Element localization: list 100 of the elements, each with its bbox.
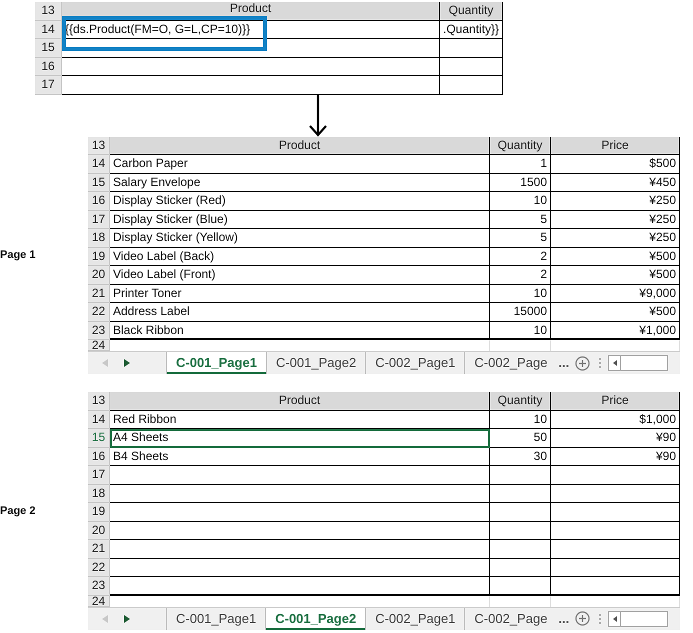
table-cell <box>490 577 551 596</box>
table-cell: 30 <box>490 448 551 466</box>
table-cell <box>440 76 503 94</box>
row-number: 22 <box>88 303 110 322</box>
table-cell[interactable]: Red Ribbon <box>110 410 490 429</box>
row-number: 16 <box>88 192 110 210</box>
table-cell <box>490 466 551 484</box>
row-number: 13 <box>35 2 62 20</box>
row-number: 18 <box>88 229 110 248</box>
sheet-tab[interactable]: C-002_Page <box>464 352 556 374</box>
table-cell: 10 <box>490 410 551 429</box>
row-number: 17 <box>35 76 62 94</box>
more-tabs[interactable]: ... <box>556 352 576 374</box>
sheet-tab[interactable]: C-001_Page1 <box>166 352 266 374</box>
table-cell <box>490 484 551 503</box>
column-header: Quantity <box>440 2 503 20</box>
sheet-tab[interactable]: C-001_Page2 <box>266 352 366 374</box>
table-cell <box>490 540 551 558</box>
row-number: 14 <box>88 155 110 174</box>
scroll-right-icon[interactable] <box>124 359 130 367</box>
row-number: 13 <box>88 136 110 155</box>
row-number: 21 <box>88 284 110 303</box>
table-cell[interactable]: Display Sticker (Yellow) <box>110 229 490 248</box>
column-header: Quantity <box>490 392 551 410</box>
table-cell[interactable] <box>110 484 490 503</box>
add-sheet-icon[interactable] <box>575 611 590 626</box>
sheet-tab[interactable]: C-001_Page2 <box>265 608 366 630</box>
table-cell: $1,000 <box>551 410 680 429</box>
horizontal-scrollbar[interactable] <box>608 610 668 626</box>
table-cell[interactable]: Display Sticker (Red) <box>110 192 490 210</box>
table-cell[interactable]: Black Ribbon <box>110 322 490 340</box>
table-cell <box>440 39 503 58</box>
row-number: 14 <box>35 20 62 39</box>
table-cell[interactable]: Printer Toner <box>110 284 490 303</box>
row-number: 15 <box>35 39 62 58</box>
table-cell: 10 <box>490 192 551 210</box>
more-tabs[interactable]: ... <box>556 608 576 630</box>
table-cell[interactable] <box>110 558 490 577</box>
row-number: 17 <box>88 210 110 229</box>
table-cell[interactable] <box>110 540 490 558</box>
table-cell: 5 <box>490 229 551 248</box>
table-cell: ¥500 <box>551 248 680 266</box>
row-number: 18 <box>88 484 110 503</box>
row-number: 14 <box>88 410 110 429</box>
row-number: 20 <box>88 522 110 540</box>
table-cell: 50 <box>490 429 551 448</box>
table-cell: ¥9,000 <box>551 284 680 303</box>
table-cell: .Quantity}} <box>440 20 503 39</box>
table-cell: $500 <box>551 155 680 174</box>
table-cell: 1 <box>490 155 551 174</box>
table-cell[interactable] <box>110 522 490 540</box>
table-cell[interactable]: B4 Sheets <box>110 448 490 466</box>
column-header: Price <box>551 392 680 410</box>
table-cell: 10 <box>490 322 551 340</box>
table-cell: ¥250 <box>551 229 680 248</box>
add-sheet-icon[interactable] <box>575 356 590 370</box>
table-cell[interactable]: Video Label (Front) <box>110 266 490 284</box>
table-cell: 10 <box>490 284 551 303</box>
column-header: Product <box>110 136 490 155</box>
column-header: Product <box>110 392 490 410</box>
row-number: 15 <box>88 174 110 192</box>
column-header: Quantity <box>490 136 551 155</box>
table-cell[interactable] <box>110 466 490 484</box>
table-cell: ¥90 <box>551 429 680 448</box>
scroll-right-icon[interactable] <box>124 614 130 622</box>
page-label: Page 2 <box>0 504 36 517</box>
sheet-tab[interactable]: C-002_Page1 <box>365 352 464 374</box>
table-cell <box>490 522 551 540</box>
row-number: 22 <box>88 558 110 577</box>
table-cell[interactable]: Carbon Paper <box>110 155 490 174</box>
page-label: Page 1 <box>0 249 36 262</box>
row-number: 21 <box>88 540 110 558</box>
row-number: 16 <box>88 448 110 466</box>
row-number: 20 <box>88 266 110 284</box>
table-cell: ¥1,000 <box>551 322 680 340</box>
table-cell: ¥90 <box>551 448 680 466</box>
table-cell: ¥450 <box>551 174 680 192</box>
table-cell[interactable]: Display Sticker (Blue) <box>110 210 490 229</box>
table-cell[interactable]: A4 Sheets <box>110 429 490 448</box>
column-header: Price <box>551 136 680 155</box>
row-number: 24 <box>88 596 110 606</box>
sheet-tab[interactable]: C-002_Page <box>464 608 556 630</box>
row-number: 23 <box>88 322 110 340</box>
table-cell: ¥500 <box>551 266 680 284</box>
table-cell[interactable] <box>110 503 490 522</box>
row-number: 17 <box>88 466 110 484</box>
table-cell[interactable]: Address Label <box>110 303 490 322</box>
table-cell[interactable] <box>110 577 490 596</box>
table-cell <box>490 503 551 522</box>
row-number: 15 <box>88 429 110 448</box>
table-cell[interactable]: Salary Envelope <box>110 174 490 192</box>
sheet-tab[interactable]: C-002_Page1 <box>365 608 464 630</box>
table-cell: 15000 <box>490 303 551 322</box>
table-cell: ¥250 <box>551 192 680 210</box>
row-number: 23 <box>88 577 110 596</box>
row-number: 24 <box>88 340 110 351</box>
row-number: 19 <box>88 248 110 266</box>
table-cell[interactable]: Video Label (Back) <box>110 248 490 266</box>
horizontal-scrollbar[interactable] <box>608 355 668 371</box>
down-arrow <box>308 94 328 136</box>
